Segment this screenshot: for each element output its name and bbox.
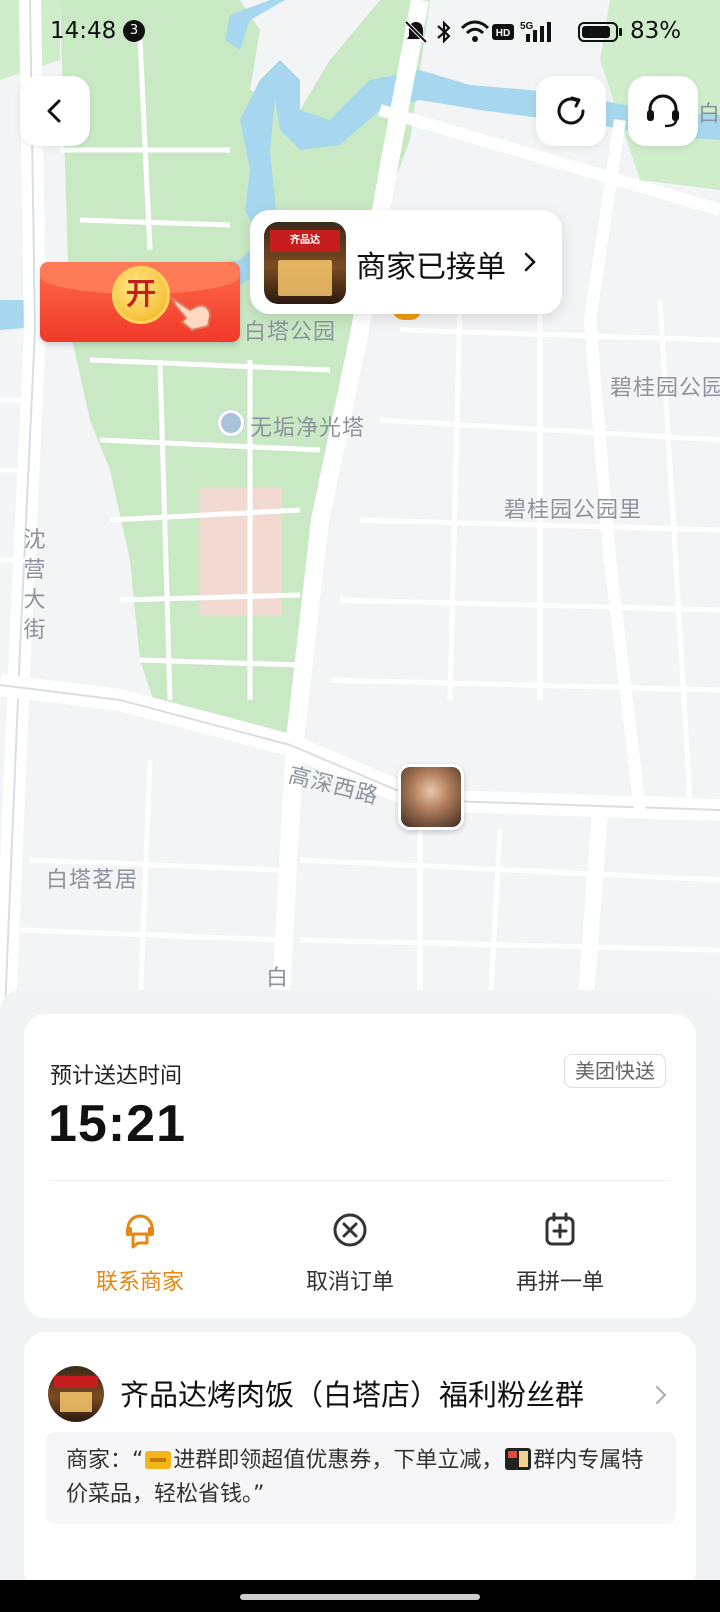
wifi-icon xyxy=(460,20,490,42)
mute-icon xyxy=(404,20,428,44)
chat-merchant-icon xyxy=(126,1214,154,1249)
reorder-button[interactable]: 再拼一单 xyxy=(480,1210,640,1296)
bluetooth-icon xyxy=(437,20,451,44)
map-label-right: 白 xyxy=(698,102,720,127)
fan-group-card[interactable]: 齐品达烤肉饭（白塔店）福利粉丝群 商家：“ 进群即领超值优惠券，下单立减， 群内专属… xyxy=(24,1332,696,1592)
map-label-bottom: 白 xyxy=(266,966,290,991)
notification-count-badge: 3 xyxy=(123,20,145,42)
refresh-button[interactable] xyxy=(536,76,606,146)
system-nav-bar xyxy=(0,1580,720,1612)
hd-icon: HD xyxy=(492,24,514,40)
rider-avatar[interactable] xyxy=(398,764,464,830)
divider xyxy=(50,1180,670,1181)
contact-merchant-label: 联系商家 xyxy=(95,1270,184,1295)
add-order-icon xyxy=(545,1212,575,1246)
cancel-order-label: 取消订单 xyxy=(305,1270,394,1295)
delivery-type-badge: 美团快送 xyxy=(564,1054,666,1088)
back-button[interactable] xyxy=(20,76,90,146)
merchant-status-bubble[interactable]: 齐品达 商家已接单 xyxy=(250,210,562,314)
group-message: 商家：“ 进群即领超值优惠券，下单立减， 群内专属特价菜品，轻松省钱。” xyxy=(46,1432,676,1524)
reorder-label: 再拼一单 xyxy=(515,1270,604,1295)
group-message-part: 商家：“ xyxy=(66,1448,144,1473)
headset-icon xyxy=(647,94,679,128)
merchant-status-text: 商家已接单 xyxy=(356,250,506,285)
group-avatar xyxy=(48,1366,104,1422)
cancel-icon xyxy=(333,1213,367,1247)
svg-text:HD: HD xyxy=(496,28,510,39)
battery-percent: 83% xyxy=(630,18,682,44)
eta-card: 预计送达时间 15:21 美团快送 联系商家 取消订单 再拼一单 xyxy=(24,1014,696,1318)
merchant-sign: 齐品达 xyxy=(270,230,340,252)
status-time: 14:48 xyxy=(50,18,117,44)
group-message-part: 进群即领超值优惠券，下单立减， xyxy=(173,1448,504,1473)
map-label-biguiyuan-top: 碧桂园公园 xyxy=(610,376,720,401)
map-view[interactable]: 白塔公园 无垢净光塔 碧桂园公园 碧桂园公园里 沈营大街 高深西路 白塔茗居 白… xyxy=(0,0,720,1010)
pagoda-poi-icon[interactable] xyxy=(218,410,244,436)
status-bar: 14:48 3 HD 5G 83% xyxy=(0,0,720,64)
red-packet-open-label: 开 xyxy=(112,266,170,324)
svg-text:5G: 5G xyxy=(520,21,534,32)
signal-5g-icon: 5G xyxy=(520,21,551,42)
contact-merchant-button[interactable]: 联系商家 xyxy=(60,1210,220,1296)
bento-emoji-icon xyxy=(505,1448,532,1470)
cancel-order-button[interactable]: 取消订单 xyxy=(270,1210,430,1296)
customer-service-button[interactable] xyxy=(628,76,698,146)
group-name: 齐品达烤肉饭（白塔店）福利粉丝群 xyxy=(120,1378,585,1412)
battery-icon xyxy=(578,22,622,42)
map-label-park: 白塔公园 xyxy=(244,320,337,345)
ticket-emoji-icon xyxy=(145,1451,172,1469)
chevron-right-icon xyxy=(656,1386,667,1404)
map-label-biguiyuan: 碧桂园公园里 xyxy=(504,498,643,523)
merchant-thumbnail: 齐品达 xyxy=(264,222,346,304)
map-label-pagoda: 无垢净光塔 xyxy=(250,416,366,441)
home-gesture-handle[interactable] xyxy=(240,1594,480,1600)
eta-label: 预计送达时间 xyxy=(50,1064,183,1089)
eta-time: 15:21 xyxy=(48,1095,186,1153)
chevron-right-icon xyxy=(524,252,536,272)
back-icon xyxy=(47,99,61,123)
red-packet-button[interactable]: 开 xyxy=(40,262,240,342)
pointing-hand-icon xyxy=(169,295,212,332)
refresh-icon xyxy=(557,96,585,125)
map-label-residence: 白塔茗居 xyxy=(46,868,139,893)
map-label-street: 沈营大街 xyxy=(23,528,47,643)
